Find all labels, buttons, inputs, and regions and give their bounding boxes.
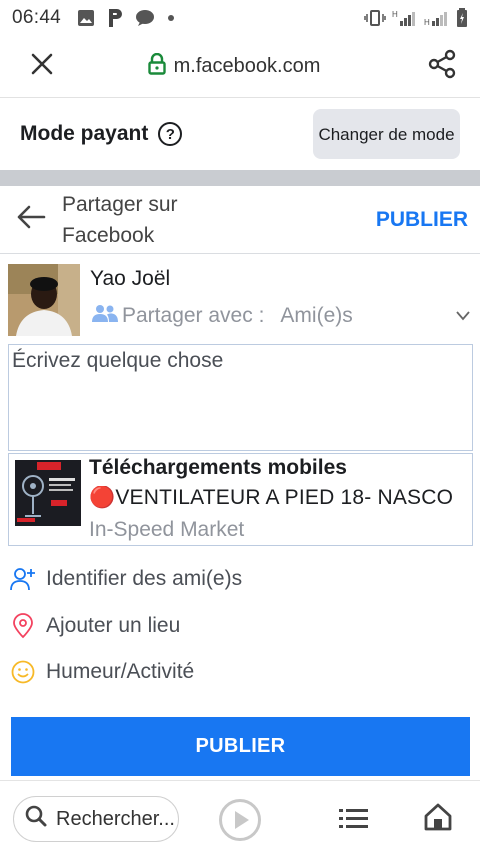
battery-icon	[456, 8, 468, 28]
back-button[interactable]	[0, 205, 62, 234]
user-row: Yao Joël Partager avec : Ami(e)s	[0, 262, 480, 338]
link-preview-description: 🔴VENTILATEUR A PIED 18- NASCO	[89, 486, 454, 509]
section-divider	[0, 170, 480, 186]
status-time: 06:44	[12, 7, 62, 28]
user-name: Yao Joël	[90, 267, 171, 290]
help-icon[interactable]: ?	[158, 122, 183, 146]
tag-friends-label: Identifier des ami(e)s	[46, 567, 243, 590]
signal-icon: H	[392, 9, 418, 27]
share-page-button[interactable]	[404, 49, 480, 84]
audience-selector[interactable]: Partager avec : Ami(e)s	[92, 303, 353, 329]
post-placeholder: Écrivez quelque chose	[12, 349, 224, 372]
search-icon	[24, 804, 48, 834]
composer-header: Partager sur Facebook PUBLIER	[0, 186, 480, 254]
caret-down-icon[interactable]	[456, 308, 470, 326]
smiley-icon	[0, 660, 46, 684]
link-preview-card[interactable]: Téléchargements mobiles 🔴VENTILATEUR A P…	[8, 453, 473, 546]
friends-icon	[92, 303, 118, 329]
link-preview-thumbnail	[15, 460, 81, 526]
composer-title: Partager sur Facebook	[62, 192, 178, 247]
tag-friends-action[interactable]: Identifier des ami(e)s	[0, 556, 480, 602]
dot-icon	[167, 14, 175, 22]
net-label: H	[424, 18, 430, 27]
home-icon[interactable]	[423, 802, 453, 837]
search-input[interactable]: Rechercher...	[13, 796, 179, 842]
location-pin-icon	[0, 613, 46, 639]
post-text-input[interactable]: Écrivez quelque chose	[8, 344, 473, 451]
url-display[interactable]: m.facebook.com	[84, 52, 404, 81]
close-icon	[30, 52, 54, 81]
lock-icon	[147, 52, 166, 81]
bottom-toolbar: Rechercher...	[0, 780, 480, 854]
publish-link[interactable]: PUBLIER	[376, 208, 468, 232]
change-mode-button[interactable]: Changer de mode	[313, 109, 460, 159]
list-icon[interactable]	[339, 808, 369, 835]
signal-icon: H	[424, 9, 450, 27]
audience-value: Ami(e)s	[280, 304, 353, 327]
status-bar: 06:44 H H	[0, 0, 480, 36]
link-preview-title: Téléchargements mobiles	[89, 456, 347, 479]
tag-friends-icon	[0, 566, 46, 592]
feeling-activity-action[interactable]: Humeur/Activité	[0, 649, 480, 695]
share-icon	[427, 49, 457, 84]
mode-label: Mode payant	[20, 122, 149, 145]
close-tab-button[interactable]	[0, 52, 84, 81]
avatar	[8, 264, 80, 336]
p-app-icon	[107, 8, 123, 28]
search-placeholder: Rechercher...	[56, 807, 175, 830]
data-mode-bar: Mode payant ? Changer de mode	[0, 98, 480, 170]
add-location-action[interactable]: Ajouter un lieu	[0, 603, 480, 649]
url-text: m.facebook.com	[173, 55, 321, 77]
play-icon[interactable]	[218, 798, 262, 847]
image-icon	[77, 9, 95, 27]
add-location-label: Ajouter un lieu	[46, 614, 181, 637]
browser-url-bar: m.facebook.com	[0, 36, 480, 98]
net-label: H	[392, 10, 398, 19]
arrow-left-icon	[16, 205, 46, 234]
link-preview-source: In-Speed Market	[89, 518, 245, 541]
vibrate-icon	[364, 10, 386, 26]
share-with-label: Partager avec :	[122, 304, 265, 327]
chat-icon	[135, 9, 155, 27]
feeling-activity-label: Humeur/Activité	[46, 660, 195, 683]
publish-button[interactable]: PUBLIER	[11, 717, 470, 776]
